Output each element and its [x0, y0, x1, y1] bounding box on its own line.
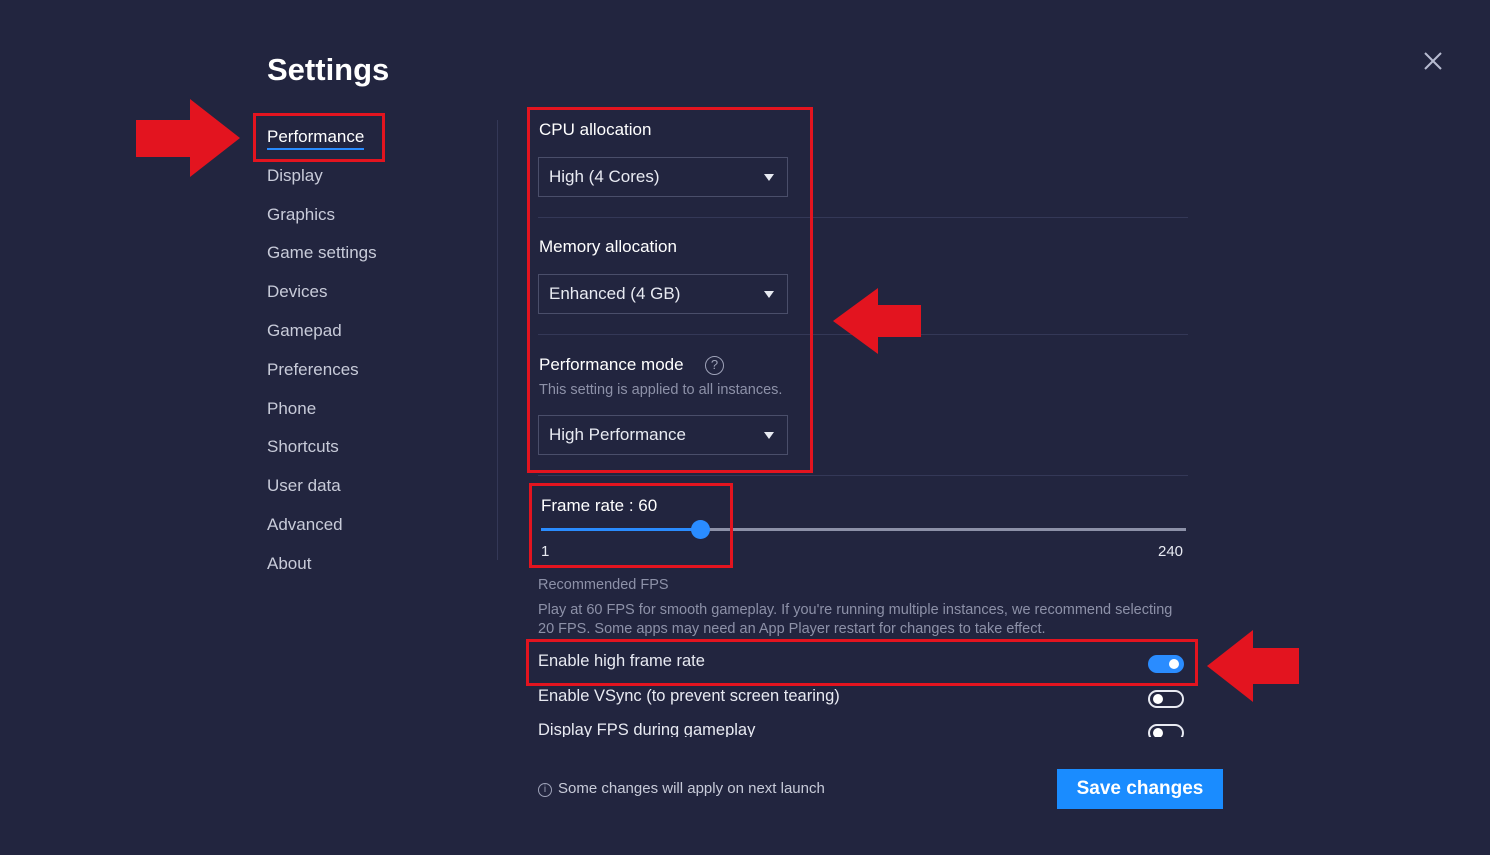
save-changes-button[interactable]: Save changes — [1057, 769, 1223, 809]
page-title: Settings — [267, 52, 390, 87]
frame-rate-label: Frame rate : 60 — [541, 496, 658, 515]
frame-rate-slider-fill — [541, 528, 701, 531]
arrow-left-icon — [1207, 630, 1299, 702]
recommended-fps-text: Play at 60 FPS for smooth gameplay. If y… — [538, 602, 1173, 637]
toggle-label: Enable high frame rate — [538, 652, 705, 670]
toggle-row-vsync: Enable VSync (to prevent screen tearing) — [538, 683, 1186, 713]
performance-mode-note: This setting is applied to all instances… — [539, 382, 783, 398]
footer-note: i Some changes will apply on next launch — [538, 780, 825, 797]
high-frame-rate-toggle[interactable] — [1148, 655, 1184, 673]
cpu-allocation-label: CPU allocation — [539, 120, 652, 139]
chevron-down-icon — [764, 432, 774, 439]
recommended-fps-title: Recommended FPS — [538, 577, 669, 593]
memory-allocation-select[interactable]: Enhanced (4 GB) — [538, 274, 788, 314]
frame-rate-min-label: 1 — [541, 543, 550, 560]
info-icon: i — [538, 783, 552, 797]
toggle-row-display-fps: Display FPS during gameplay — [538, 717, 1186, 737]
sidebar-item-label: Performance — [267, 126, 365, 150]
toggle-knob — [1153, 728, 1163, 737]
frame-rate-slider[interactable] — [541, 520, 1186, 539]
help-icon[interactable]: ? — [705, 356, 724, 375]
performance-mode-value: High Performance — [549, 425, 687, 444]
settings-sidebar: Performance Display Graphics Game settin… — [267, 118, 467, 584]
toggle-row-high-frame-rate: Enable high frame rate — [538, 648, 1186, 678]
sidebar-item-graphics[interactable]: Graphics — [267, 196, 467, 235]
vsync-toggle[interactable] — [1148, 690, 1184, 708]
frame-rate-max-label: 240 — [1158, 543, 1184, 560]
settings-window: Settings Performance Display Graphics Ga… — [0, 0, 1490, 855]
sidebar-divider — [497, 120, 498, 560]
cpu-allocation-select[interactable]: High (4 Cores) — [538, 157, 788, 197]
memory-allocation-value: Enhanced (4 GB) — [549, 284, 681, 303]
cpu-allocation-value: High (4 Cores) — [549, 167, 660, 186]
sidebar-item-advanced[interactable]: Advanced — [267, 506, 467, 545]
section-divider — [538, 217, 1188, 218]
sidebar-item-preferences[interactable]: Preferences — [267, 351, 467, 390]
sidebar-item-game-settings[interactable]: Game settings — [267, 234, 467, 273]
sidebar-item-gamepad[interactable]: Gamepad — [267, 312, 467, 351]
frame-rate-slider-thumb[interactable] — [691, 520, 711, 539]
sidebar-item-performance[interactable]: Performance — [267, 118, 467, 157]
chevron-down-icon — [764, 174, 774, 181]
toggle-label: Display FPS during gameplay — [538, 721, 756, 737]
toggle-knob — [1169, 659, 1179, 669]
display-fps-toggle[interactable] — [1148, 724, 1184, 737]
performance-mode-label: Performance mode — [539, 355, 684, 374]
memory-allocation-label: Memory allocation — [539, 237, 677, 256]
section-divider — [538, 475, 1188, 476]
sidebar-item-display[interactable]: Display — [267, 157, 467, 196]
toggle-knob — [1153, 694, 1163, 704]
sidebar-item-shortcuts[interactable]: Shortcuts — [267, 428, 467, 467]
arrow-left-icon — [833, 288, 921, 354]
close-button[interactable] — [1420, 48, 1446, 74]
chevron-down-icon — [764, 291, 774, 298]
sidebar-item-phone[interactable]: Phone — [267, 390, 467, 429]
performance-mode-select[interactable]: High Performance — [538, 415, 788, 455]
sidebar-item-about[interactable]: About — [267, 545, 467, 584]
toggle-label: Enable VSync (to prevent screen tearing) — [538, 687, 840, 705]
arrow-right-icon — [136, 99, 240, 177]
sidebar-item-user-data[interactable]: User data — [267, 467, 467, 506]
section-divider — [538, 334, 1188, 335]
close-icon — [1424, 52, 1442, 70]
sidebar-item-devices[interactable]: Devices — [267, 273, 467, 312]
toggle-list[interactable]: Enable high frame rate Enable VSync (to … — [530, 640, 1200, 737]
footer-note-text: Some changes will apply on next launch — [558, 780, 825, 797]
